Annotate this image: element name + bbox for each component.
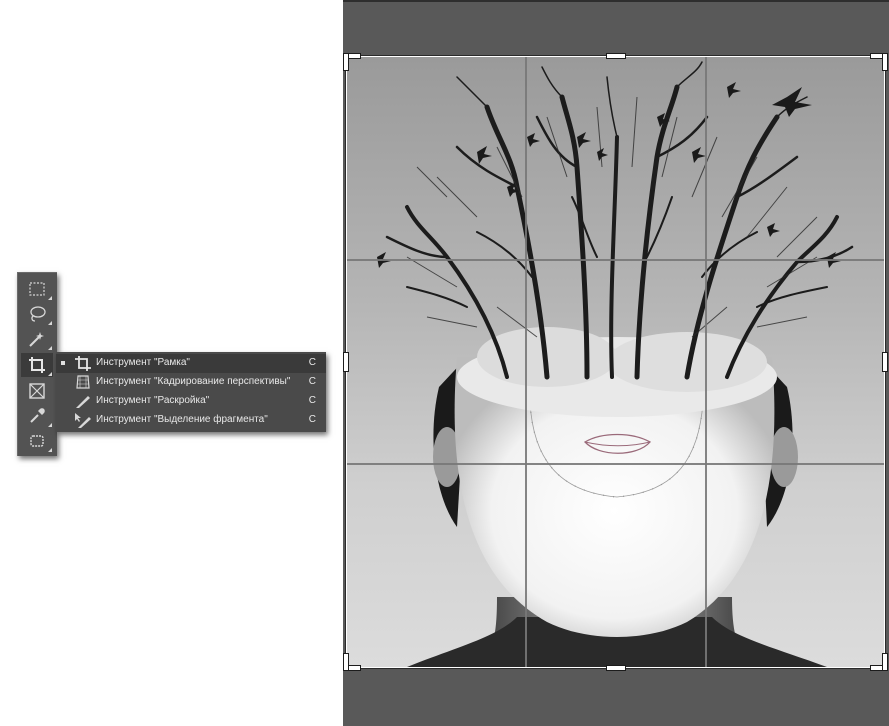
crop-handle-top[interactable] [607,54,625,58]
flyout-item-shortcut: C [308,414,316,425]
crop-handle-bottom[interactable] [607,666,625,670]
tool-group-indicator [48,444,52,452]
tool-group-indicator [48,342,52,350]
rect-marquee-icon [29,282,45,296]
crop-handle-top-left-v[interactable] [344,54,348,70]
magic-wand-tool[interactable] [21,327,53,351]
crop-handle-top-right-v[interactable] [883,54,887,70]
eyedropper-tool[interactable] [21,404,53,428]
selected-bullet [61,361,65,365]
slice-icon [74,393,92,410]
flyout-item-shortcut: C [308,395,316,406]
crop-grid-horizontal-2 [347,463,884,465]
flyout-item-perspective-crop[interactable]: Инструмент "Кадрирование перспективы" C [56,373,326,392]
tool-group-indicator [48,292,52,300]
canvas-tool[interactable] [21,429,53,453]
flyout-item-label: Инструмент "Выделение фрагмента" [96,414,268,425]
flyout-item-label: Инструмент "Рамка" [96,357,190,368]
frame-tool[interactable] [21,379,53,403]
crop-tool-flyout-menu: Инструмент "Рамка" C Инструмент "Кадриро… [56,352,326,432]
crop-frame[interactable] [345,55,886,669]
canvas-top-edge [343,0,889,2]
crop-handle-bottom-left-v[interactable] [344,654,348,670]
lasso-icon [30,306,46,322]
tool-group-indicator [48,317,52,325]
crop-icon [74,355,92,372]
perspective-crop-icon [74,374,92,391]
slice-select-icon [74,412,92,429]
flyout-item-crop[interactable]: Инструмент "Рамка" C [56,354,326,373]
flyout-item-shortcut: C [308,357,316,368]
canvas-icon [30,435,44,447]
flyout-item-slice[interactable]: Инструмент "Раскройка" C [56,392,326,411]
crop-grid-horizontal-1 [347,259,884,261]
crop-handle-bottom-right-v[interactable] [883,654,887,670]
crop-grid-vertical-1 [525,57,527,667]
crop-handle-left[interactable] [344,353,348,371]
crop-icon [29,357,45,373]
magic-wand-icon [29,332,44,347]
crop-grid-vertical-2 [705,57,707,667]
crop-tool[interactable] [21,353,53,377]
flyout-item-label: Инструмент "Раскройка" [96,395,210,406]
flyout-item-slice-select[interactable]: Инструмент "Выделение фрагмента" C [56,411,326,430]
marquee-tool[interactable] [21,277,53,301]
tool-group-indicator [48,368,52,376]
frame-icon [29,383,45,399]
lasso-tool[interactable] [21,302,53,326]
crop-handle-right[interactable] [883,353,887,371]
eyedropper-icon [30,408,45,423]
tools-panel [17,272,57,456]
flyout-item-shortcut: C [308,376,316,387]
flyout-item-label: Инструмент "Кадрирование перспективы" [96,376,291,387]
tool-group-indicator [48,419,52,427]
